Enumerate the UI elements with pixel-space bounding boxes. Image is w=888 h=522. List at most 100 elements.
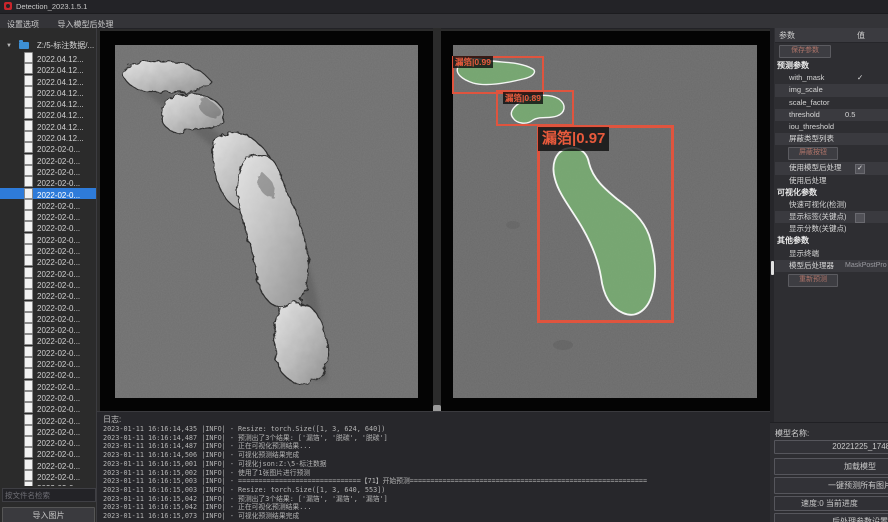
tree-item[interactable]: 2022-02-0... [0, 368, 96, 379]
file-icon [24, 447, 33, 458]
tree-item[interactable]: 2022-02-0... [0, 278, 96, 289]
tree-item[interactable]: 2022-02-0... [0, 142, 96, 153]
original-image-panel[interactable] [100, 31, 433, 412]
param-label: 模型后处理器 [775, 261, 834, 270]
log-title: 日志: [103, 414, 121, 425]
tree-item-label: 2022-02-0... [37, 179, 80, 188]
file-icon [24, 142, 33, 153]
tree-item[interactable]: 2022-02-0... [0, 312, 96, 323]
tree-item[interactable]: 2022.04.12... [0, 131, 96, 142]
file-icon [24, 301, 33, 312]
tree-item[interactable]: 2022-02-0... [0, 481, 96, 486]
tree-item[interactable]: 2022.04.12... [0, 97, 96, 108]
tree-item[interactable]: 2022-02-0... [0, 301, 96, 312]
param-checkbox[interactable]: ✓ [855, 164, 865, 174]
tree-item[interactable]: 2022-02-0... [0, 425, 96, 436]
param-row: 屏蔽类型列表 [775, 133, 888, 145]
column-param: 参数 [779, 30, 795, 41]
tree-item[interactable]: 2022-02-0... [0, 233, 96, 244]
scrollbar-thumb[interactable] [771, 261, 774, 275]
param-action-button[interactable]: 重新预测 [788, 274, 838, 287]
tree-item[interactable]: 2022-02-0... [0, 447, 96, 458]
tree-item[interactable]: 2022-02-0... [0, 210, 96, 221]
file-icon [24, 199, 33, 210]
tree-item[interactable]: 2022-02-0... [0, 289, 96, 300]
file-icon [24, 221, 33, 232]
log-line: 2023-01-11 16:16:15,003 |INFO| - Resize:… [103, 486, 770, 495]
param-checkbox[interactable] [855, 213, 865, 223]
param-row: scale_factor [775, 97, 888, 109]
file-icon [24, 346, 33, 357]
tree-item[interactable]: 2022-02-0... [0, 188, 96, 199]
tree-item[interactable]: 2022.04.12... [0, 75, 96, 86]
file-icon [24, 289, 33, 300]
file-icon [24, 312, 33, 323]
tree-item[interactable]: 2022-02-0... [0, 470, 96, 481]
tree-item[interactable]: 2022.04.12... [0, 63, 96, 74]
tree-item[interactable]: 2022.04.12... [0, 108, 96, 119]
menu-bar: 设置选项 导入模型后处理 [0, 14, 888, 29]
param-section-header: 其他参数 [775, 235, 888, 247]
file-icon [24, 165, 33, 176]
param-row: 模型后处理器MaskPostPro [775, 260, 888, 272]
param-row: 显示分数(关键点) [775, 223, 888, 235]
save-params-button[interactable]: 保存参数 [779, 45, 831, 58]
tree-item[interactable]: 2022-02-0... [0, 323, 96, 334]
tree-item[interactable]: 2022.04.12... [0, 120, 96, 131]
parameters-pane: 参数 值 保存参数 预测参数with_mask✓img_scalescale_f… [770, 28, 888, 522]
column-value: 值 [857, 30, 865, 41]
window-title: Detection_2023.1.5.1 [16, 2, 87, 11]
postprocess-settings-button[interactable]: 后处理参数设置 [774, 513, 888, 522]
panel-splitter[interactable] [433, 28, 441, 412]
file-icon [24, 470, 33, 481]
tree-item[interactable]: 2022-02-0... [0, 414, 96, 425]
tree-item[interactable]: 2022.04.12... [0, 86, 96, 97]
file-icon [24, 481, 33, 486]
file-icon [24, 233, 33, 244]
log-lines: 2023-01-11 16:16:14,435 |INFO| - Resize:… [103, 425, 770, 521]
prediction-image-panel[interactable]: 漏箔|0.99 漏箔|0.89 漏箔|0.97 [441, 31, 771, 412]
parameters-table-header: 参数 值 [775, 28, 888, 43]
tree-item[interactable]: 2022-02-0... [0, 391, 96, 402]
tree-item[interactable]: 2022.04.12... [0, 52, 96, 63]
param-label: iou_threshold [775, 122, 834, 131]
import-images-button[interactable]: 导入图片 [2, 507, 95, 522]
param-label: 显示终端 [775, 249, 819, 258]
param-label: 使用模型后处理 [775, 163, 842, 172]
predict-all-button[interactable]: 一键预测所有图片 [774, 477, 888, 494]
param-action-button[interactable]: 屏蔽按钮 [788, 147, 838, 160]
tree-item[interactable]: 2022-02-0... [0, 154, 96, 165]
param-label: 使用后处理 [775, 176, 827, 185]
tree-item[interactable]: 2022-02-0... [0, 346, 96, 357]
tree-item[interactable]: 2022-02-0... [0, 402, 96, 413]
tree-item[interactable]: 2022-02-0... [0, 255, 96, 266]
tree-item[interactable]: 2022-02-0... [0, 334, 96, 345]
detection-box-3 [537, 125, 674, 323]
load-model-button[interactable]: 加载模型 [774, 458, 888, 475]
expand-arrow-icon[interactable]: ▼ [6, 43, 12, 49]
tree-item[interactable]: 2022-02-0... [0, 221, 96, 232]
checkmark-icon: ✓ [857, 72, 863, 84]
tree-item[interactable]: 2022-02-0... [0, 357, 96, 368]
tree-item[interactable]: 2022-02-0... [0, 267, 96, 278]
file-icon [24, 63, 33, 74]
tree-item[interactable]: 2022-02-0... [0, 165, 96, 176]
tree-item[interactable]: 2022-02-0... [0, 459, 96, 470]
tree-root-node[interactable]: ▼ Z:/5-标注数据/... [0, 37, 96, 49]
tree-item[interactable]: 2022-02-0... [0, 176, 96, 187]
tree-item[interactable]: 2022-02-0... [0, 244, 96, 255]
log-panel: 日志: 2023-01-11 16:16:14,435 |INFO| - Res… [97, 411, 770, 522]
tree-item[interactable]: 2022-02-0... [0, 380, 96, 391]
file-icon [24, 120, 33, 131]
model-name-field[interactable]: 20221225_174813 [774, 440, 888, 454]
param-row: with_mask✓ [775, 72, 888, 84]
parameters-scrollbar[interactable] [770, 28, 774, 422]
param-value: 0.5 [845, 109, 855, 121]
original-image-canvas [115, 45, 418, 398]
tree-item[interactable]: 2022-02-0... [0, 436, 96, 447]
tree-item[interactable]: 2022-02-0... [0, 199, 96, 210]
log-line: 2023-01-11 16:16:14,435 |INFO| - Resize:… [103, 425, 770, 434]
tree-item-label: 2022-02-0... [37, 371, 80, 380]
tree-item-label: 2022.04.12... [37, 66, 84, 75]
filename-search-input[interactable] [2, 488, 96, 502]
